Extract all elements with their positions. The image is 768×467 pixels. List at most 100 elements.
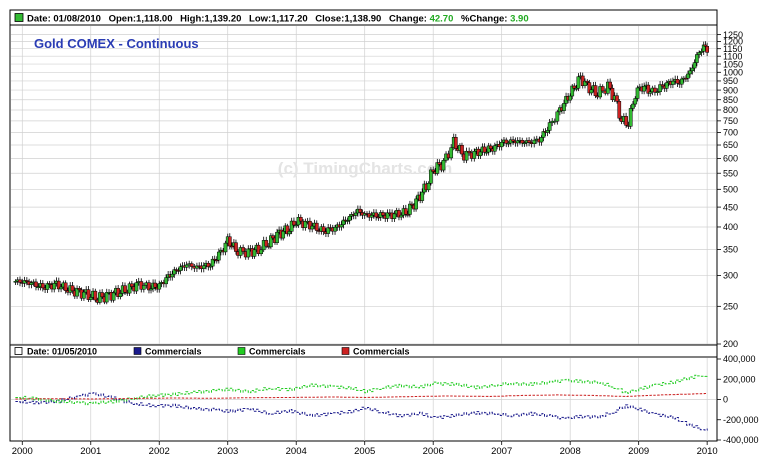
candle-down <box>70 285 75 292</box>
candle-down <box>34 281 38 288</box>
candle-up <box>688 70 692 75</box>
candle-up <box>353 212 358 216</box>
candle-down <box>437 162 442 165</box>
candle-up <box>690 67 695 72</box>
candle-down <box>227 236 232 247</box>
candle-down <box>93 290 98 301</box>
candle-up <box>692 62 697 69</box>
candle-up <box>492 145 497 152</box>
candle-up <box>141 285 146 290</box>
y-tick-label: 300 <box>723 271 738 281</box>
header-ohlc: Date: 01/08/2010 Open:1,118.00 High:1,13… <box>27 14 529 25</box>
watermark: (c) TimingCharts.com <box>278 159 452 178</box>
y-tick-label: 250 <box>723 302 738 312</box>
x-tick-label: 2001 <box>80 446 101 457</box>
candle-up <box>52 283 57 290</box>
candle-up <box>408 203 412 215</box>
header-pct-label: %Change: <box>461 14 507 25</box>
candle-up <box>679 78 684 85</box>
candle-up <box>157 283 162 290</box>
candle-up <box>568 95 573 101</box>
candle-up <box>628 108 633 127</box>
candle-up <box>184 264 189 268</box>
candle-up <box>111 292 116 301</box>
candle-up <box>88 297 93 300</box>
candle-up <box>545 130 550 133</box>
candle-up <box>449 147 454 159</box>
y-tick-label: 500 <box>723 185 738 195</box>
y-tick-label: 450 <box>723 202 738 212</box>
candle-down <box>615 95 619 102</box>
legend-swatch-0 <box>133 347 142 355</box>
y-tick-label: 550 <box>723 168 738 178</box>
chart-title: Gold COMEX - Continuous <box>34 36 199 51</box>
header-pct-value: 3.90 <box>510 14 529 25</box>
candle-up <box>287 231 292 235</box>
x-tick-label: 2004 <box>286 446 307 457</box>
chart-svg: (c) TimingCharts.com 1250120011501100105… <box>9 9 759 457</box>
y-tick-label: 750 <box>723 116 738 126</box>
candle-up <box>339 224 344 228</box>
y-tick-label: 850 <box>723 95 738 105</box>
candle-up <box>635 87 640 99</box>
candle-down <box>18 279 22 283</box>
candle-down <box>314 222 319 231</box>
header-date: Date: 01/08/2010 <box>27 14 101 25</box>
candle-up <box>170 273 175 278</box>
lower-legend: Commercials Commercials Commercials <box>133 347 410 357</box>
candle-up <box>631 103 635 109</box>
candle-up <box>333 226 337 232</box>
candle-up <box>310 225 315 230</box>
upper-panel <box>9 9 718 347</box>
header-change-value: 42.70 <box>430 14 454 25</box>
candle-up <box>441 160 446 171</box>
candle-down <box>264 240 269 247</box>
candle-up <box>216 251 221 261</box>
candle-up <box>539 137 544 143</box>
candle-up <box>104 292 109 303</box>
candle-down <box>374 212 378 218</box>
candle-down <box>63 282 68 291</box>
upper-y-axis: 1250120011501100105010009509008508007507… <box>717 30 743 349</box>
candle-down <box>234 242 238 252</box>
candle-down <box>298 217 303 222</box>
x-tick-label: 2003 <box>217 446 238 457</box>
x-tick-label: 2008 <box>560 446 581 457</box>
x-tick-label: 2009 <box>628 446 649 457</box>
candle-up <box>275 231 279 243</box>
legend-swatch-2 <box>341 347 350 355</box>
y-tick-label: 800 <box>723 105 738 115</box>
chart-root: (c) TimingCharts.com 1250 1200 1150 1100 105… <box>0 0 768 462</box>
candle-down <box>675 79 680 84</box>
candle-down <box>189 263 194 267</box>
candle-down <box>271 235 275 239</box>
candle-up <box>414 198 418 210</box>
candle-down <box>482 146 487 153</box>
candle-down <box>130 283 134 287</box>
x-tick-label: 2005 <box>354 446 375 457</box>
candle-down <box>527 140 531 143</box>
candle-down <box>123 285 127 293</box>
candle-up <box>671 80 675 85</box>
candle-up <box>252 249 257 257</box>
candle-up <box>420 191 425 201</box>
candle-up <box>426 183 431 191</box>
candle-down <box>381 212 385 216</box>
lower-panel <box>9 344 718 442</box>
candle-up <box>472 151 477 159</box>
header-high: High:1,139.20 <box>180 14 241 25</box>
candle-up <box>134 282 139 292</box>
legend-label-1: Commercials <box>249 347 306 357</box>
candle-down <box>358 208 362 213</box>
candle-down <box>403 208 408 215</box>
candle-down <box>431 169 436 172</box>
candle-down <box>100 292 105 298</box>
y-tick-label: 200 <box>723 339 738 349</box>
candle-up <box>223 242 228 253</box>
x-axis: 2000 2001 2002 2003 2004 2005 2006 2007 2008 2009… <box>12 441 718 457</box>
candle-down <box>453 137 458 149</box>
candle-up <box>59 286 63 290</box>
lower-header-swatch <box>14 347 23 355</box>
candle-up <box>686 73 690 79</box>
candle-up <box>246 248 251 258</box>
